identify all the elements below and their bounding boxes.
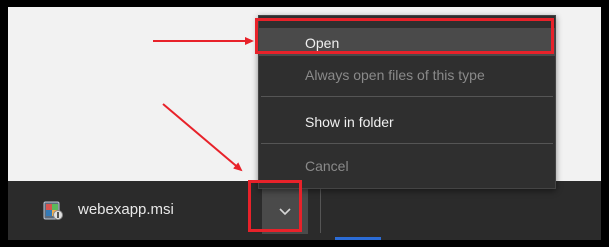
menu-item-open[interactable]: Open bbox=[259, 28, 555, 56]
menu-item-show-in-folder[interactable]: Show in folder bbox=[259, 107, 555, 135]
installer-package-icon bbox=[43, 201, 63, 220]
menu-item-cancel: Cancel bbox=[259, 151, 555, 179]
menu-separator bbox=[261, 96, 553, 97]
chevron-down-icon bbox=[279, 208, 291, 216]
menu-item-always-open-label: Always open files of this type bbox=[305, 67, 485, 83]
download-context-menu: Open Always open files of this type Show… bbox=[258, 15, 556, 189]
download-file-name: webexapp.msi bbox=[78, 201, 174, 218]
menu-item-open-label: Open bbox=[305, 35, 340, 51]
download-item-divider bbox=[320, 189, 321, 233]
download-shelf: webexapp.msi bbox=[8, 181, 601, 240]
menu-item-always-open: Always open files of this type bbox=[259, 60, 555, 88]
menu-item-cancel-label: Cancel bbox=[305, 158, 349, 174]
taskbar-accent bbox=[335, 237, 381, 240]
download-item[interactable]: webexapp.msi bbox=[8, 181, 318, 240]
download-options-button[interactable] bbox=[262, 189, 308, 234]
menu-separator bbox=[261, 143, 553, 144]
menu-item-show-in-folder-label: Show in folder bbox=[305, 114, 394, 130]
